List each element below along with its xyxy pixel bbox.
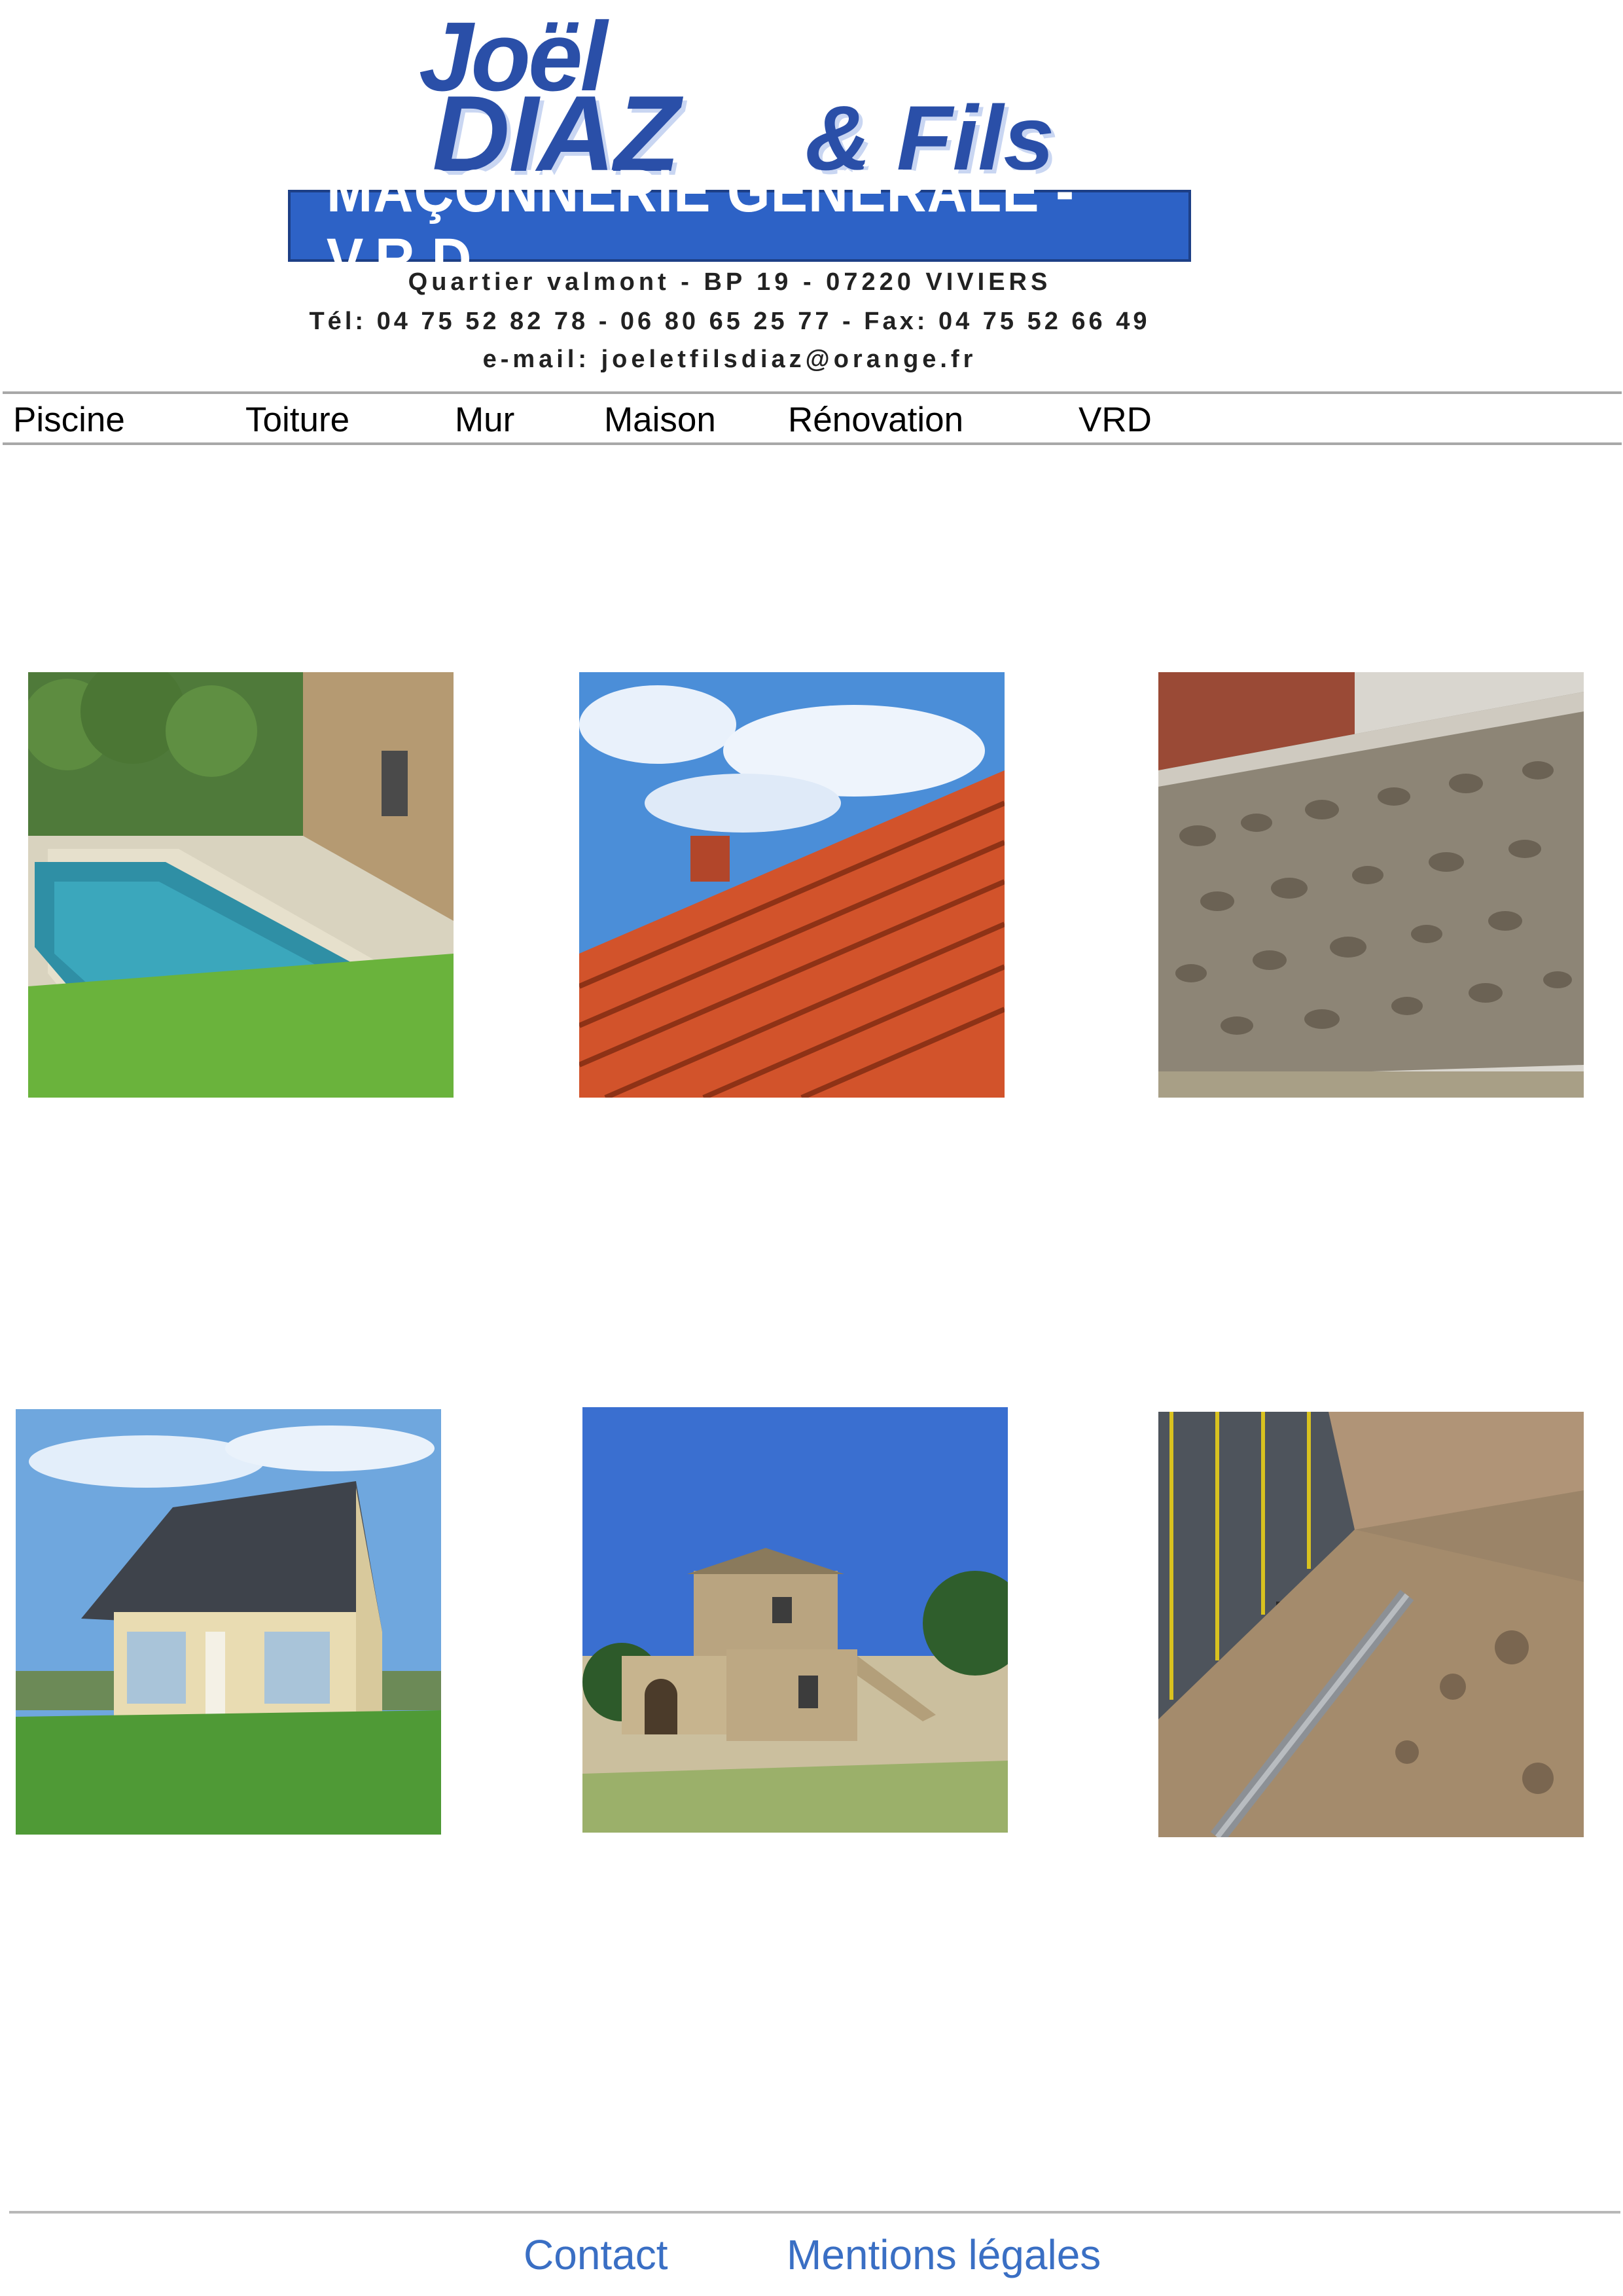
company-logo: Joël DIAZ & Fils MAÇONNERIE GÉNÉRALE - V…	[249, 0, 1211, 386]
nav-bottom-divider	[3, 442, 1622, 445]
nav-top-divider	[3, 391, 1622, 394]
logo-banner: MAÇONNERIE GÉNÉRALE - V.R.D	[288, 158, 1191, 293]
gallery-tile-piscine[interactable]	[28, 672, 454, 1098]
footer-legal-link[interactable]: Mentions légales	[787, 2232, 1101, 2278]
trench-image	[1158, 1412, 1584, 1837]
nav-item-maison[interactable]: Maison	[604, 401, 716, 440]
company-email: e-mail: joeletfilsdiaz@orange.fr	[482, 346, 977, 373]
pool-image	[28, 672, 454, 1098]
roof-image	[579, 672, 1005, 1098]
gallery-tile-maison[interactable]	[16, 1409, 441, 1835]
gallery-tile-renovation[interactable]	[582, 1407, 1008, 1833]
gallery-tile-toiture[interactable]	[579, 672, 1005, 1098]
footer-contact-link[interactable]: Contact	[524, 2232, 668, 2278]
nav-item-mur[interactable]: Mur	[455, 401, 514, 440]
nav-item-renovation[interactable]: Rénovation	[788, 401, 963, 440]
nav-item-toiture[interactable]: Toiture	[245, 401, 349, 440]
stone-house-image	[582, 1407, 1008, 1833]
company-address: Quartier valmont - BP 19 - 07220 VIVIERS	[408, 268, 1052, 296]
gallery-tile-vrd[interactable]	[1158, 1412, 1584, 1837]
stone-wall-image	[1158, 672, 1584, 1098]
house-image	[16, 1409, 441, 1835]
company-phone: Tél: 04 75 52 82 78 - 06 80 65 25 77 - F…	[309, 308, 1150, 335]
gallery-tile-mur[interactable]	[1158, 672, 1584, 1098]
nav-item-piscine[interactable]: Piscine	[13, 401, 125, 440]
footer-divider	[9, 2211, 1620, 2214]
nav-item-vrd[interactable]: VRD	[1079, 401, 1152, 440]
